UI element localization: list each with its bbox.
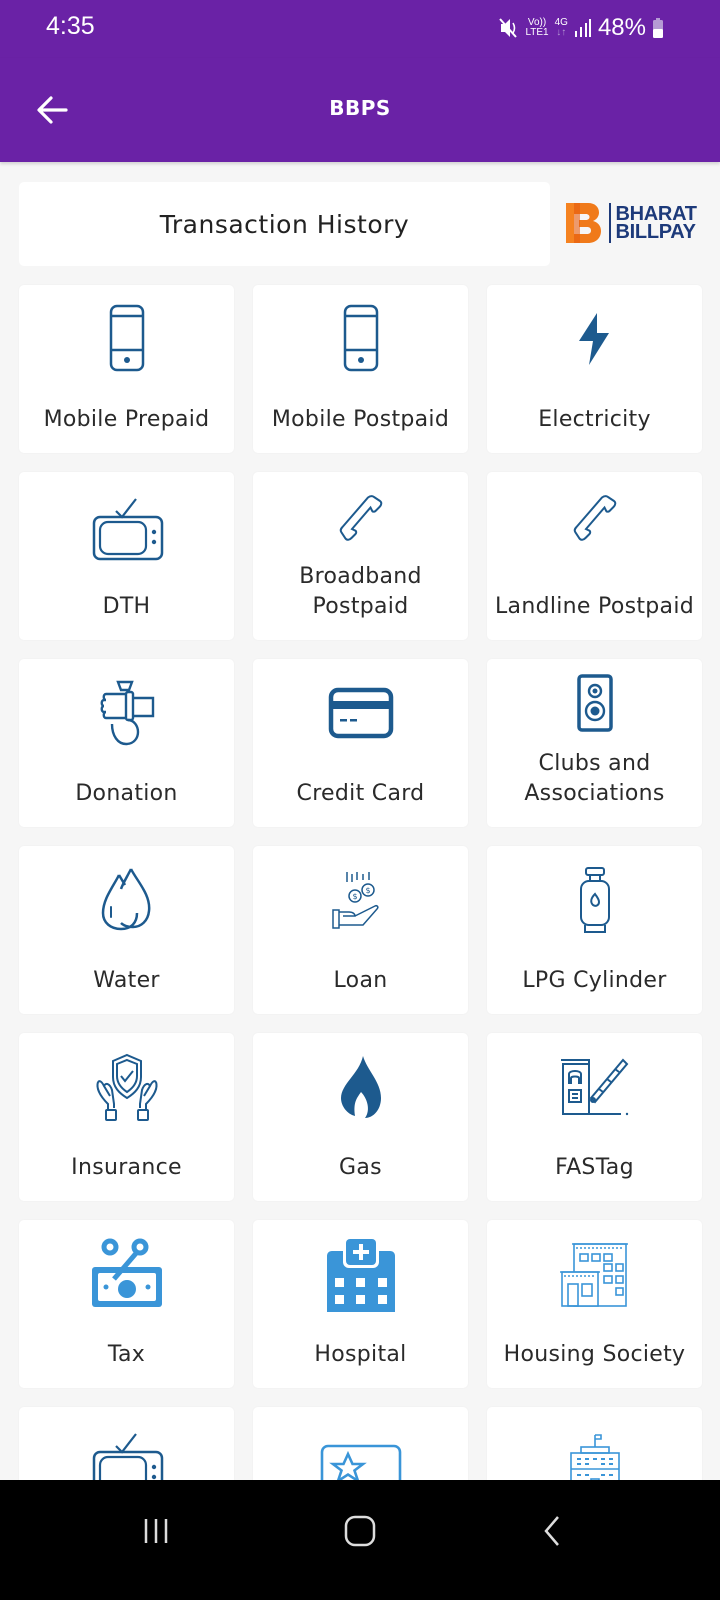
- category-electricity[interactable]: Electricity: [487, 285, 702, 453]
- category-gas[interactable]: Gas: [253, 1033, 468, 1201]
- status-time: 4:35: [46, 12, 95, 40]
- transaction-history-button[interactable]: Transaction History: [19, 182, 550, 266]
- hospital-icon: [326, 1236, 395, 1312]
- svg-text:$: $: [352, 892, 357, 901]
- category-label: Water: [93, 968, 160, 993]
- recent-apps-button[interactable]: [116, 1506, 196, 1556]
- category-housing-society[interactable]: Housing Society: [487, 1220, 702, 1388]
- category-label: Electricity: [538, 407, 651, 432]
- category-label: Credit Card: [296, 781, 425, 806]
- battery-percent: 48%: [597, 14, 646, 41]
- tax-percent-icon: [91, 1238, 162, 1307]
- donation-hand-icon: [100, 680, 154, 746]
- category-donation[interactable]: Donation: [19, 659, 234, 827]
- bharat-billpay-logo: BHARAT BILLPAY: [566, 200, 706, 246]
- bharat-billpay-b-icon: [566, 203, 601, 243]
- category-label: Broadband Postpaid: [299, 564, 422, 619]
- category-label: Insurance: [71, 1155, 182, 1180]
- building-icon: [559, 1243, 628, 1307]
- network-indicator: 4G ↓↑: [554, 17, 568, 38]
- shield-hands-icon: [96, 1053, 157, 1121]
- system-nav-bar: [0, 1480, 720, 1600]
- category-insurance[interactable]: Insurance: [19, 1033, 234, 1201]
- category-label: FASTag: [555, 1155, 634, 1180]
- category-mobile-prepaid[interactable]: Mobile Prepaid: [19, 285, 234, 453]
- chevron-left-icon: [544, 1516, 559, 1546]
- category-label: Clubs and Associations: [524, 751, 665, 806]
- page-title: BBPS: [329, 96, 391, 120]
- flame-icon: [340, 1056, 381, 1118]
- credit-card-icon: [328, 687, 393, 739]
- category-broadband-postpaid[interactable]: Broadband Postpaid: [253, 472, 468, 640]
- mute-icon: [499, 18, 518, 38]
- category-label: Landline Postpaid: [495, 594, 694, 619]
- category-water[interactable]: Water: [19, 846, 234, 1014]
- telephone-icon: [573, 495, 616, 541]
- category-label: Mobile Postpaid: [271, 407, 450, 432]
- status-icons: Vo)) LTE1 4G ↓↑ 48%: [499, 14, 664, 42]
- system-back-button[interactable]: [512, 1506, 592, 1556]
- gas-cylinder-icon: [579, 867, 610, 933]
- category-grid: Mobile Prepaid Mobile Postpaid Electrici…: [19, 285, 702, 1575]
- brand-line2: BILLPAY: [615, 221, 696, 243]
- app-bar: BBPS: [0, 58, 720, 162]
- category-label: Tax: [107, 1342, 146, 1367]
- speaker-icon: [576, 674, 613, 732]
- category-credit-card[interactable]: Credit Card: [253, 659, 468, 827]
- category-clubs-and-associations[interactable]: Clubs and Associations: [487, 659, 702, 827]
- telephone-icon: [339, 495, 382, 541]
- category-mobile-postpaid[interactable]: Mobile Postpaid: [253, 285, 468, 453]
- tv-icon: [92, 498, 163, 561]
- loan-coins-hand-icon: $$: [331, 872, 379, 929]
- category-label: Housing Society: [503, 1342, 686, 1367]
- volte-indicator: Vo)) LTE1: [525, 17, 549, 38]
- category-label: LPG Cylinder: [522, 968, 667, 993]
- category-loan[interactable]: $ $ Loan: [253, 846, 468, 1014]
- home-icon: [344, 1515, 376, 1547]
- water-drop-icon: [101, 868, 150, 931]
- transaction-history-label: Transaction History: [159, 209, 410, 239]
- mobile-phone-icon: [343, 304, 378, 372]
- category-label: DTH: [102, 594, 151, 619]
- toll-gate-icon: [560, 1058, 628, 1116]
- category-tax[interactable]: Tax: [19, 1220, 234, 1388]
- category-hospital[interactable]: Hospital: [253, 1220, 468, 1388]
- category-dth[interactable]: DTH: [19, 472, 234, 640]
- home-button[interactable]: [320, 1506, 400, 1556]
- status-bar: 4:35 Vo)) LTE1 4G ↓↑ 48%: [0, 0, 720, 58]
- mobile-phone-icon: [109, 304, 144, 372]
- category-label: Donation: [75, 781, 178, 806]
- category-label: Gas: [339, 1155, 382, 1180]
- category-label: Hospital: [314, 1342, 407, 1367]
- lightning-icon: [578, 313, 609, 365]
- category-label: Mobile Prepaid: [43, 407, 210, 432]
- category-landline-postpaid[interactable]: Landline Postpaid: [487, 472, 702, 640]
- battery-icon: [653, 18, 663, 38]
- recent-apps-icon: [144, 1519, 168, 1543]
- category-label: Loan: [333, 968, 388, 993]
- category-fastag[interactable]: FASTag: [487, 1033, 702, 1201]
- signal-icon: [574, 19, 591, 37]
- category-lpg-cylinder[interactable]: LPG Cylinder: [487, 846, 702, 1014]
- svg-text:$: $: [365, 886, 370, 895]
